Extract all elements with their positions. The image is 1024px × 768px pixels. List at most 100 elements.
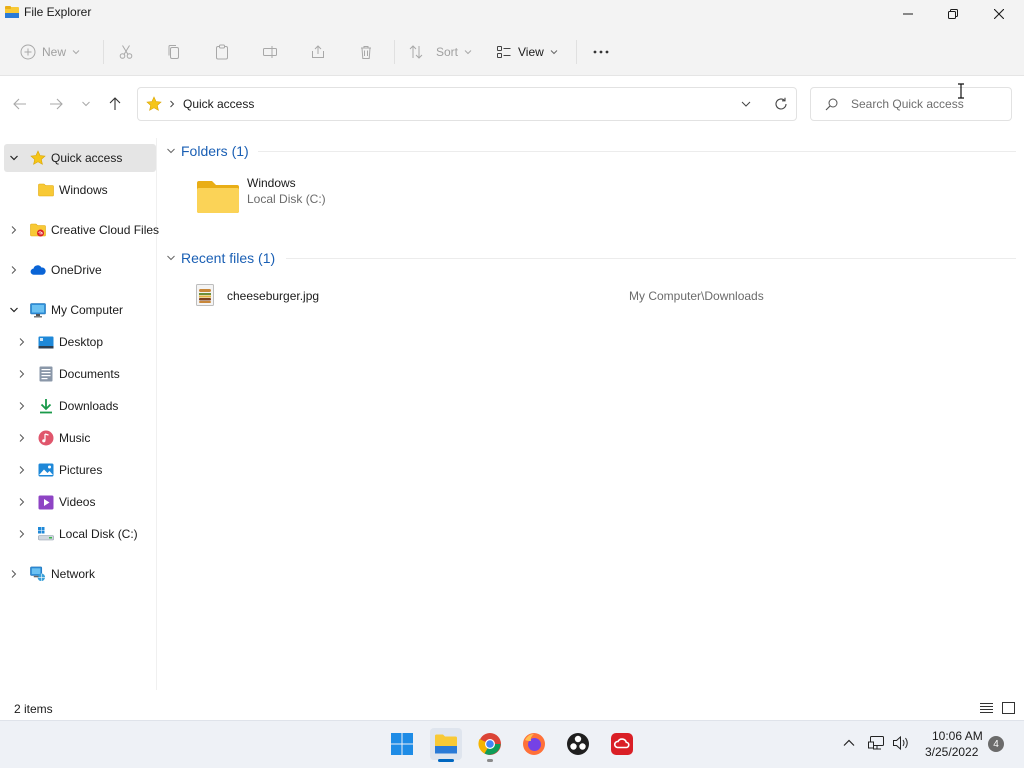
recent-file-row[interactable]: cheeseburger.jpg My Computer\Downloads xyxy=(195,284,1015,308)
tiles-view-button[interactable] xyxy=(1002,702,1015,714)
sort-button-label: Sort xyxy=(436,45,459,59)
music-icon xyxy=(38,430,54,446)
sidebar-item-my-computer[interactable]: My Computer xyxy=(0,296,156,324)
sidebar-item-desktop[interactable]: Desktop xyxy=(0,328,156,356)
back-button[interactable] xyxy=(8,92,32,116)
taskbar-creative-cloud[interactable] xyxy=(606,728,638,760)
sidebar-item-label: Network xyxy=(51,567,96,581)
sidebar-item-local-disk[interactable]: Local Disk (C:) xyxy=(0,520,156,548)
restore-button[interactable] xyxy=(930,0,976,28)
search-placeholder: Search Quick access xyxy=(851,97,964,111)
chevron-right-icon[interactable] xyxy=(16,464,28,476)
chevron-right-icon[interactable] xyxy=(16,400,28,412)
chevron-right-icon[interactable] xyxy=(16,336,28,348)
more-dots-icon xyxy=(593,50,609,54)
search-box[interactable]: Search Quick access xyxy=(810,87,1012,121)
sidebar-item-music[interactable]: Music xyxy=(0,424,156,452)
minimize-icon xyxy=(903,13,913,15)
notification-badge[interactable]: 4 xyxy=(988,736,1004,752)
view-button[interactable]: View xyxy=(496,38,558,66)
taskbar-file-explorer[interactable] xyxy=(430,728,462,762)
chevron-right-icon[interactable] xyxy=(16,368,28,380)
window-title: File Explorer xyxy=(24,5,92,19)
documents-icon xyxy=(38,366,54,382)
breadcrumb-quick-access[interactable]: Quick access xyxy=(183,97,254,111)
minimize-button[interactable] xyxy=(885,0,931,28)
new-button[interactable]: New xyxy=(20,38,80,66)
chevron-down-icon xyxy=(82,101,90,107)
rename-button[interactable] xyxy=(262,38,278,66)
refresh-icon[interactable] xyxy=(774,97,788,111)
taskbar-chrome[interactable] xyxy=(474,728,506,762)
close-icon xyxy=(994,9,1004,19)
taskbar-firefox[interactable] xyxy=(518,728,550,760)
sidebar-item-documents[interactable]: Documents xyxy=(0,360,156,388)
forward-button[interactable] xyxy=(44,92,68,116)
see-more-button[interactable] xyxy=(592,38,610,66)
search-icon xyxy=(825,98,838,111)
delete-button[interactable] xyxy=(358,38,374,66)
large-folder-icon xyxy=(196,180,240,214)
sidebar-item-pictures[interactable]: Pictures xyxy=(0,456,156,484)
arrow-right-icon xyxy=(50,98,63,110)
chevron-right-icon[interactable] xyxy=(8,264,20,276)
status-bar: 2 items xyxy=(0,696,1024,720)
sidebar-item-windows[interactable]: Windows xyxy=(0,176,156,204)
videos-icon xyxy=(38,494,54,510)
recent-files-group-title: Recent files (1) xyxy=(181,250,276,266)
group-divider xyxy=(286,258,1016,259)
sidebar-item-quick-access[interactable]: Quick access xyxy=(4,144,156,172)
chevron-right-icon[interactable] xyxy=(16,528,28,540)
sidebar-item-videos[interactable]: Videos xyxy=(0,488,156,516)
sidebar-item-creative-cloud-files[interactable]: Creative Cloud Files xyxy=(0,216,159,244)
collapse-chevron-icon xyxy=(167,148,175,154)
network-status-button[interactable] xyxy=(868,735,886,751)
network-icon xyxy=(30,566,46,582)
copy-button[interactable] xyxy=(166,38,182,66)
volume-button[interactable] xyxy=(892,735,910,751)
sidebar-item-onedrive[interactable]: OneDrive xyxy=(0,256,156,284)
drive-icon xyxy=(38,526,54,542)
command-separator xyxy=(103,40,104,64)
sort-button[interactable]: Sort xyxy=(408,38,472,66)
chevron-right-icon[interactable] xyxy=(16,432,28,444)
details-view-button[interactable] xyxy=(980,702,993,714)
sidebar-item-label: Downloads xyxy=(59,399,119,413)
show-hidden-icons-button[interactable] xyxy=(842,736,856,750)
up-button[interactable] xyxy=(103,92,127,116)
active-app-indicator xyxy=(438,759,454,762)
chevron-right-icon[interactable] xyxy=(8,224,20,236)
sidebar-item-downloads[interactable]: Downloads xyxy=(0,392,156,420)
expanded-chevron-icon[interactable] xyxy=(8,152,20,164)
image-file-thumbnail-icon xyxy=(196,284,214,306)
view-button-label: View xyxy=(518,45,544,59)
sidebar-item-label: Local Disk (C:) xyxy=(59,527,138,541)
paste-button[interactable] xyxy=(214,38,230,66)
sidebar-item-network[interactable]: Network xyxy=(0,560,156,588)
folders-group-title: Folders (1) xyxy=(181,143,249,159)
address-bar[interactable]: Quick access xyxy=(137,87,797,121)
item-count: 2 items xyxy=(14,702,53,716)
chevron-right-icon[interactable] xyxy=(8,568,20,580)
folders-group-header[interactable]: Folders (1) xyxy=(166,141,249,161)
chevron-right-icon[interactable] xyxy=(16,496,28,508)
plus-circle-icon xyxy=(20,44,36,60)
pane-divider[interactable] xyxy=(156,138,157,690)
clock-date[interactable]: 3/25/2022 xyxy=(925,745,978,759)
taskbar-obs[interactable] xyxy=(562,728,594,760)
folder-tile-windows[interactable]: Windows Local Disk (C:) xyxy=(195,174,355,220)
file-explorer-icon xyxy=(435,734,457,754)
start-icon xyxy=(391,733,413,755)
clock-time[interactable]: 10:06 AM xyxy=(932,729,983,743)
folder-location: Local Disk (C:) xyxy=(247,192,326,206)
close-button[interactable] xyxy=(976,0,1022,28)
expanded-chevron-icon[interactable] xyxy=(8,304,20,316)
start-button[interactable] xyxy=(386,728,418,760)
cut-button[interactable] xyxy=(118,38,134,66)
recent-files-group-header[interactable]: Recent files (1) xyxy=(166,248,275,268)
download-arrow-icon xyxy=(38,398,54,414)
onedrive-cloud-icon xyxy=(30,262,46,278)
recent-locations-button[interactable] xyxy=(74,92,98,116)
share-button[interactable] xyxy=(310,38,326,66)
address-history-chevron-icon[interactable] xyxy=(741,99,751,109)
